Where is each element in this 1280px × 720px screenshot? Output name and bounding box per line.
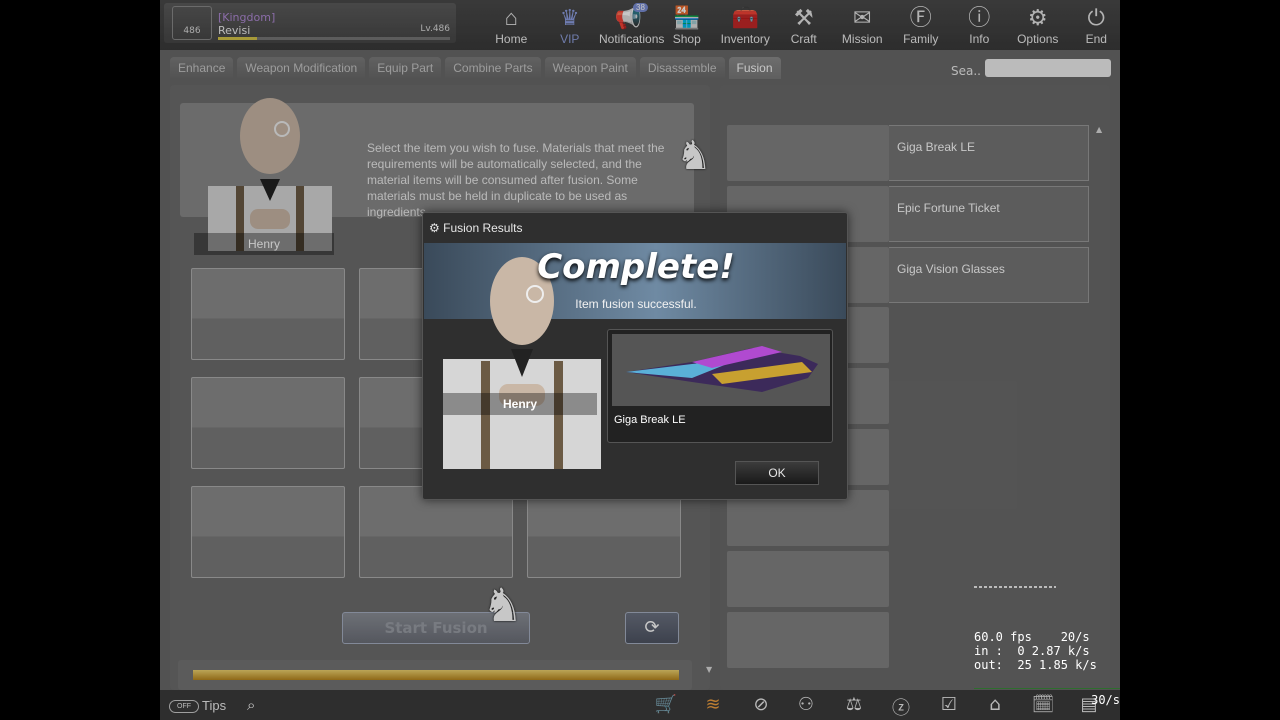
result-item-name: Giga Break LE (614, 414, 686, 426)
net-in-readout: in : 0 2.87 k/s (974, 644, 1090, 658)
fusion-results-dialog: ⚙ Fusion Results Henry Complete! Item fu… (422, 212, 848, 500)
result-item-card[interactable]: Giga Break LE (607, 329, 833, 443)
steam-icon: ⚙ (429, 221, 440, 235)
npc-name-label: Henry (443, 393, 597, 415)
dialog-title: ⚙ Fusion Results (429, 221, 523, 235)
complete-headline: Complete! (537, 247, 735, 287)
stats-divider (974, 586, 1056, 588)
net-out-readout: out: 25 1.85 k/s (974, 658, 1097, 672)
network-stats: 60.0 fps 20/s in : 0 2.87 k/s out: 25 1.85… (974, 630, 1124, 672)
weapon-image (612, 334, 830, 406)
game-window: 486 [Kingdom] Revisi Lv.486 ⌂ Home ♛ VIP 📢 No… (160, 0, 1120, 720)
fps-readout: 60.0 fps (974, 630, 1032, 644)
fps-rate: 20/s (1060, 630, 1090, 644)
stats-graph: 30/s (974, 688, 1120, 712)
rate-readout: 30/s (1091, 693, 1120, 707)
ok-button[interactable]: OK (735, 461, 819, 485)
success-message: Item fusion successful. (575, 297, 697, 311)
